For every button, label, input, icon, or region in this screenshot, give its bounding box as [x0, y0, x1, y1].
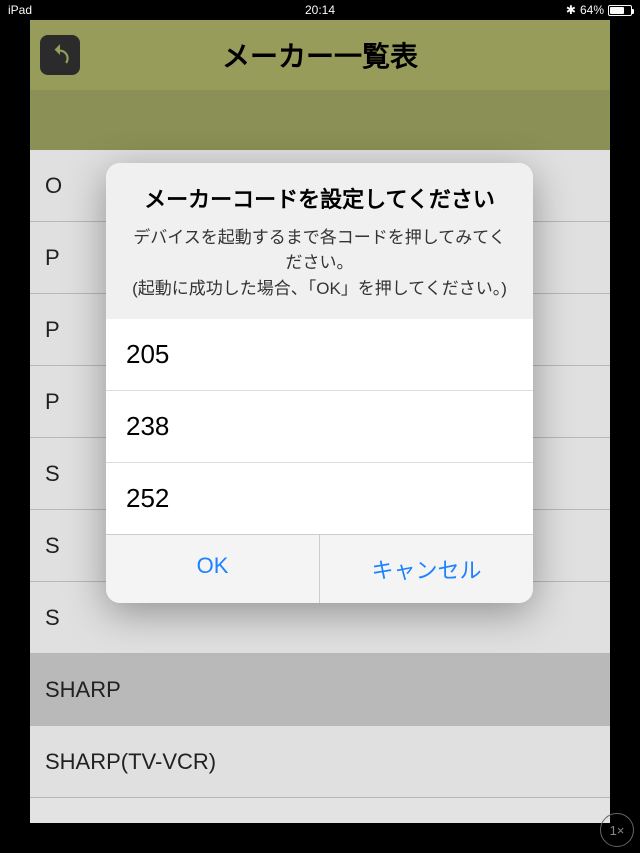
code-option[interactable]: 238 [106, 390, 533, 462]
code-dialog: メーカーコードを設定してください デバイスを起動するまで各コードを押してみてくだ… [106, 163, 533, 603]
code-option[interactable]: 205 [106, 319, 533, 390]
zoom-indicator[interactable]: 1× [600, 813, 634, 847]
dialog-message-line1: デバイスを起動するまで各コードを押してみてください。 [133, 228, 505, 273]
dialog-options: 205238252 [106, 319, 533, 534]
cancel-button[interactable]: キャンセル [319, 535, 533, 603]
dialog-buttons: OK キャンセル [106, 534, 533, 603]
dialog-message-line2: (起動に成功した場合、「OK」を押してください。) [132, 279, 507, 298]
code-option[interactable]: 252 [106, 462, 533, 534]
dialog-header: メーカーコードを設定してください デバイスを起動するまで各コードを押してみてくだ… [106, 163, 533, 319]
ok-button[interactable]: OK [106, 535, 319, 603]
dialog-title: メーカーコードを設定してください [126, 185, 513, 215]
dialog-message: デバイスを起動するまで各コードを押してみてください。 (起動に成功した場合、「O… [126, 225, 513, 302]
